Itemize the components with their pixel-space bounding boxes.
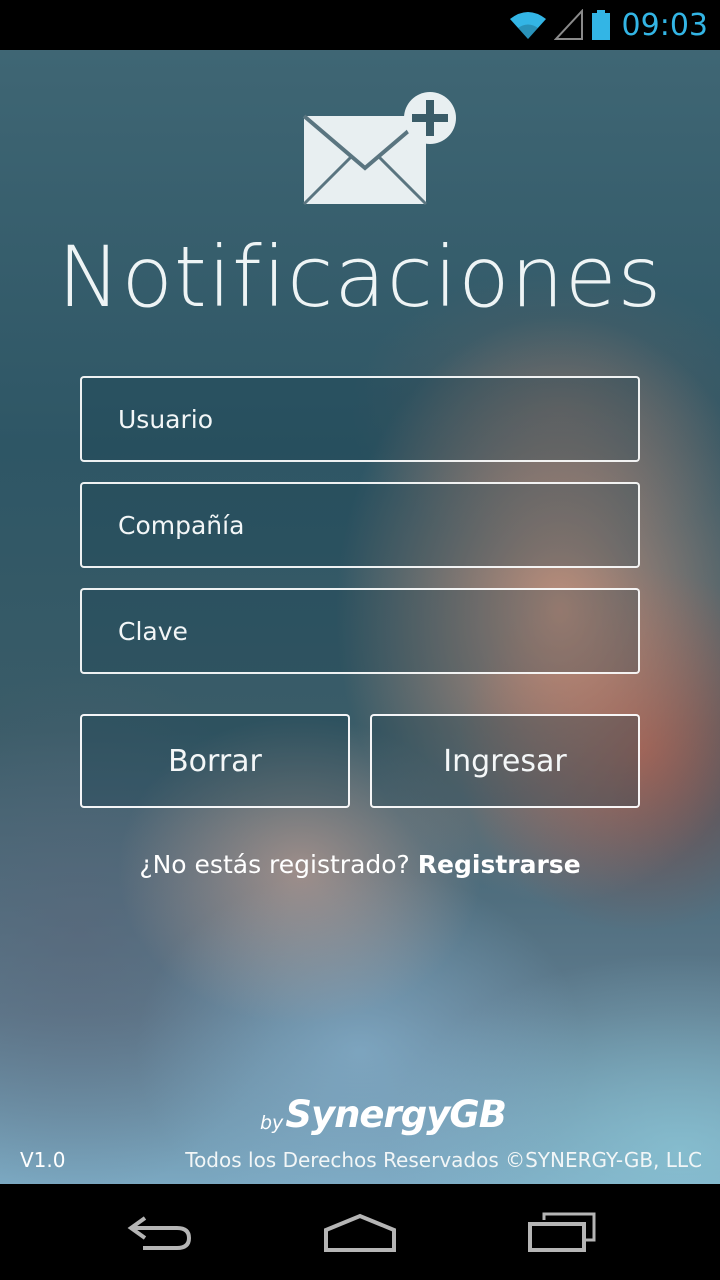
recent-apps-button[interactable]	[502, 1202, 622, 1262]
wifi-icon	[509, 12, 546, 39]
recent-apps-icon	[528, 1212, 596, 1252]
register-prompt: ¿No estás registrado? Registrarse	[0, 850, 720, 879]
home-icon	[324, 1213, 396, 1252]
brand-name: SynergyGB	[285, 1093, 507, 1136]
register-prompt-text: ¿No estás registrado?	[139, 850, 410, 879]
company-field[interactable]	[80, 482, 640, 568]
battery-icon	[591, 10, 610, 40]
back-button[interactable]	[100, 1202, 220, 1262]
company-input[interactable]	[116, 509, 638, 541]
status-bar: 09:03	[0, 0, 720, 50]
status-time: 09:03	[621, 7, 708, 43]
home-button[interactable]	[300, 1202, 420, 1262]
brand-logo: by SynergyGB	[260, 1090, 507, 1136]
copyright-text: Todos los Derechos Reservados ©SYNERGY-G…	[185, 1148, 702, 1172]
register-link[interactable]: Registrarse	[418, 850, 581, 879]
brand-by: by	[260, 1112, 284, 1134]
password-input[interactable]	[116, 615, 638, 647]
cell-signal-icon	[553, 9, 583, 40]
version-label: V1.0	[20, 1148, 66, 1172]
clear-button[interactable]: Borrar	[80, 714, 350, 808]
back-icon	[127, 1216, 192, 1250]
navigation-bar	[0, 1184, 720, 1280]
login-screen: Notificaciones Borrar Ingresar ¿No estás…	[0, 50, 720, 1184]
status-icons: 09:03	[508, 6, 708, 44]
login-button[interactable]: Ingresar	[370, 714, 640, 808]
password-field[interactable]	[80, 588, 640, 674]
username-input[interactable]	[116, 403, 638, 435]
username-field[interactable]	[80, 376, 640, 462]
envelope-plus-icon	[302, 92, 456, 206]
app-title: Notificaciones	[57, 228, 663, 326]
